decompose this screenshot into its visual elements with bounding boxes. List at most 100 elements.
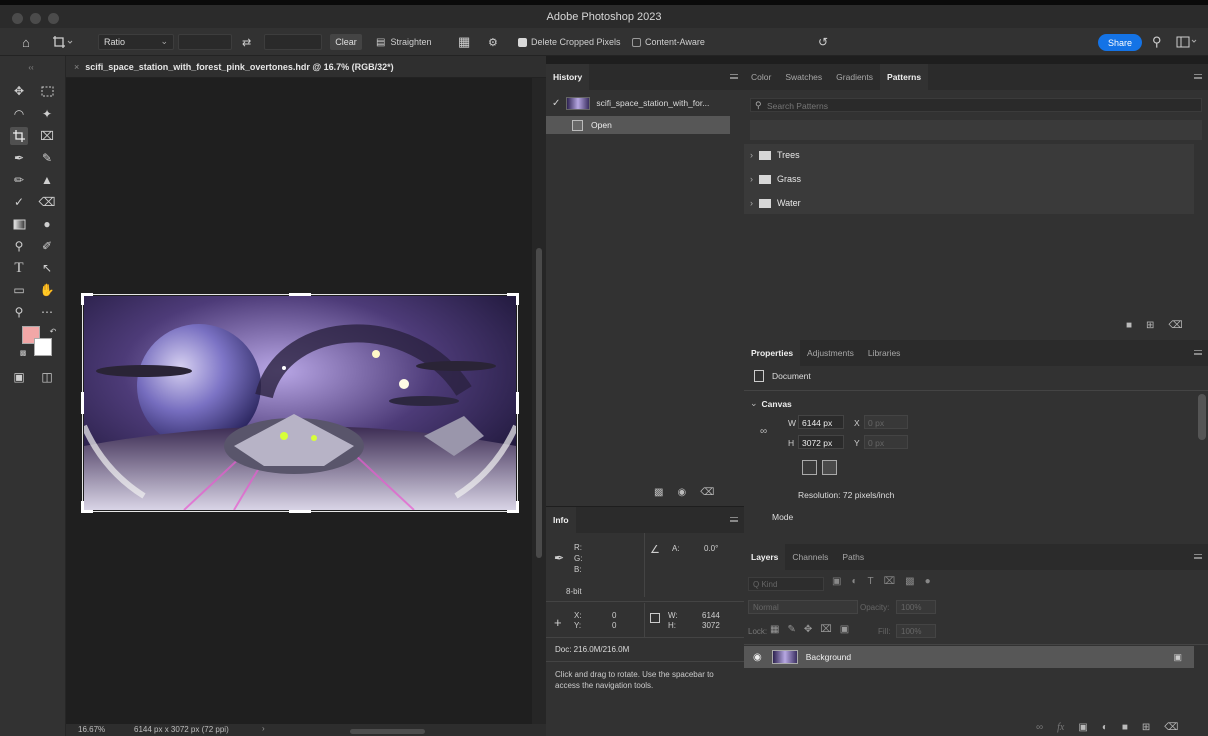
adjustment-filter-icon[interactable]: ◐ <box>851 576 857 587</box>
content-aware-checkbox[interactable]: Content-Aware <box>632 28 705 56</box>
healing-brush-tool-icon[interactable]: ✎ <box>38 149 56 167</box>
panel-menu-icon[interactable] <box>1194 74 1202 79</box>
lock-transparent-icon[interactable]: ▦ <box>770 624 779 635</box>
default-colors-icon[interactable]: ▩ <box>14 344 32 362</box>
tab-info[interactable]: Info <box>546 507 576 533</box>
share-button[interactable]: Share <box>1098 34 1142 51</box>
width-ratio-input[interactable] <box>178 34 232 50</box>
layer-kind-filter[interactable]: Q Kind <box>748 577 824 591</box>
frame-tool-icon[interactable]: ⌧ <box>38 127 56 145</box>
move-tool-icon[interactable]: ✥ <box>10 82 28 100</box>
layer-name[interactable]: Background <box>806 652 851 662</box>
eye-icon[interactable]: ◉ <box>753 652 762 663</box>
lock-image-icon[interactable]: ✎ <box>787 624 795 635</box>
lock-artboard-icon[interactable]: ⌧ <box>820 624 832 635</box>
delete-cropped-checkbox[interactable]: Delete Cropped Pixels <box>518 28 621 56</box>
landscape-orientation-icon[interactable] <box>822 460 837 475</box>
pixel-filter-icon[interactable]: ▣ <box>832 576 841 587</box>
panel-menu-icon[interactable] <box>730 517 738 522</box>
lasso-tool-icon[interactable]: ◠ <box>10 105 28 123</box>
blend-mode-select[interactable]: Normal <box>748 600 858 614</box>
crop-handle-top-left[interactable] <box>81 293 93 305</box>
canvas-vertical-scrollbar[interactable] <box>532 78 546 724</box>
pattern-group-trees[interactable]: › Trees <box>750 146 800 164</box>
crop-tool-preset-icon[interactable] <box>52 28 74 56</box>
clone-stamp-tool-icon[interactable]: ▲ <box>38 171 56 189</box>
new-layer-icon[interactable]: ⊞ <box>1142 722 1150 733</box>
filter-toggle-icon[interactable]: ● <box>925 576 931 587</box>
canvas-horizontal-scrollbar[interactable] <box>350 729 425 734</box>
crop-handle-top[interactable] <box>289 293 311 296</box>
eyedropper-icon[interactable]: ✒ <box>554 551 564 565</box>
magic-wand-tool-icon[interactable]: ✦ <box>38 105 56 123</box>
eraser-tool-icon[interactable]: ⌫ <box>38 193 56 211</box>
tab-paths[interactable]: Paths <box>835 544 871 570</box>
clear-button[interactable]: Clear <box>330 34 362 50</box>
close-tab-icon[interactable]: × <box>74 62 79 72</box>
history-brush-tool-icon[interactable]: ✓ <box>10 193 28 211</box>
blur-tool-icon[interactable]: ● <box>38 215 56 233</box>
screen-mode-icon[interactable]: ◫ <box>38 368 56 386</box>
collapse-icon[interactable]: ‹‹ <box>22 58 40 76</box>
smart-object-filter-icon[interactable]: ▩ <box>905 576 914 587</box>
lock-icon[interactable]: ▣ <box>1173 652 1182 663</box>
pattern-group-water[interactable]: › Water <box>750 194 801 212</box>
trash-icon[interactable]: ⌫ <box>1168 320 1182 331</box>
scrollbar-thumb[interactable] <box>536 248 542 558</box>
layer-style-icon[interactable]: fx <box>1057 722 1064 733</box>
brush-tool-icon[interactable]: ✏ <box>10 171 28 189</box>
height-ratio-input[interactable] <box>264 34 322 50</box>
path-selection-tool-icon[interactable]: ↖ <box>38 259 56 277</box>
swap-colors-icon[interactable]: ↶ <box>44 322 62 340</box>
add-pattern-icon[interactable]: ⊞ <box>1146 320 1154 331</box>
crop-handle-bottom[interactable] <box>289 510 311 513</box>
tab-channels[interactable]: Channels <box>785 544 835 570</box>
document-tab[interactable]: × scifi_space_station_with_forest_pink_o… <box>66 56 404 78</box>
canvas-y-input[interactable]: 0 px <box>864 435 908 449</box>
adjustment-layer-icon[interactable]: ◐ <box>1102 722 1108 733</box>
trash-icon[interactable]: ⌫ <box>1164 722 1178 733</box>
crop-handle-right[interactable] <box>516 392 519 414</box>
panel-menu-icon[interactable] <box>1194 554 1202 559</box>
history-brush-source-icon[interactable]: ✓ <box>552 98 560 109</box>
document-image[interactable] <box>81 293 519 513</box>
tab-gradients[interactable]: Gradients <box>829 64 880 90</box>
rectangle-tool-icon[interactable]: ▭ <box>10 281 28 299</box>
gear-icon[interactable]: ⚙ <box>488 28 498 56</box>
marquee-tool-icon[interactable] <box>38 82 56 100</box>
dodge-tool-icon[interactable]: ⚲ <box>10 237 28 255</box>
properties-scrollbar[interactable] <box>1198 394 1206 440</box>
search-patterns-input[interactable]: ⚲ Search Patterns <box>750 98 1202 112</box>
home-icon[interactable]: ⌂ <box>22 28 30 56</box>
quick-mask-icon[interactable]: ▣ <box>10 368 28 386</box>
swap-icon[interactable]: ⇄ <box>242 28 251 56</box>
tab-color[interactable]: Color <box>744 64 778 90</box>
camera-icon[interactable]: ◉ <box>677 487 686 498</box>
canvas-height-input[interactable]: 3072 px <box>798 435 844 449</box>
trash-icon[interactable]: ⌫ <box>700 487 714 498</box>
tab-layers[interactable]: Layers <box>744 544 786 570</box>
crop-handle-bottom-right[interactable] <box>507 501 519 513</box>
crop-boundary[interactable] <box>82 294 518 512</box>
reset-icon[interactable]: ↺ <box>818 28 828 56</box>
overlay-grid-icon[interactable]: ▦ <box>458 28 470 56</box>
new-document-from-state-icon[interactable]: ▩ <box>654 487 663 498</box>
background-color-swatch[interactable] <box>34 338 52 356</box>
tab-history[interactable]: History <box>546 64 590 90</box>
history-snapshot[interactable]: ✓ scifi_space_station_with_for... <box>546 92 744 114</box>
link-icon[interactable]: ∞ <box>760 426 767 437</box>
eyedropper-tool-icon[interactable]: ✒ <box>10 149 28 167</box>
pen-tool-icon[interactable]: ✐ <box>38 237 56 255</box>
zoom-level[interactable]: 16.67% <box>78 725 105 734</box>
history-state-open[interactable]: Open <box>546 116 730 134</box>
crop-handle-left[interactable] <box>81 392 84 414</box>
lock-all-icon[interactable]: ▣ <box>840 624 849 635</box>
info-bit-depth[interactable]: 8-bit <box>566 587 582 596</box>
hand-tool-icon[interactable]: ✋ <box>38 281 56 299</box>
chevron-right-icon[interactable]: › <box>262 724 265 733</box>
tab-adjustments[interactable]: Adjustments <box>800 340 861 366</box>
canvas-area[interactable] <box>66 78 532 724</box>
search-icon[interactable]: ⚲ <box>1152 28 1162 56</box>
add-mask-icon[interactable]: ▣ <box>1078 722 1087 733</box>
panel-menu-icon[interactable] <box>730 74 738 79</box>
